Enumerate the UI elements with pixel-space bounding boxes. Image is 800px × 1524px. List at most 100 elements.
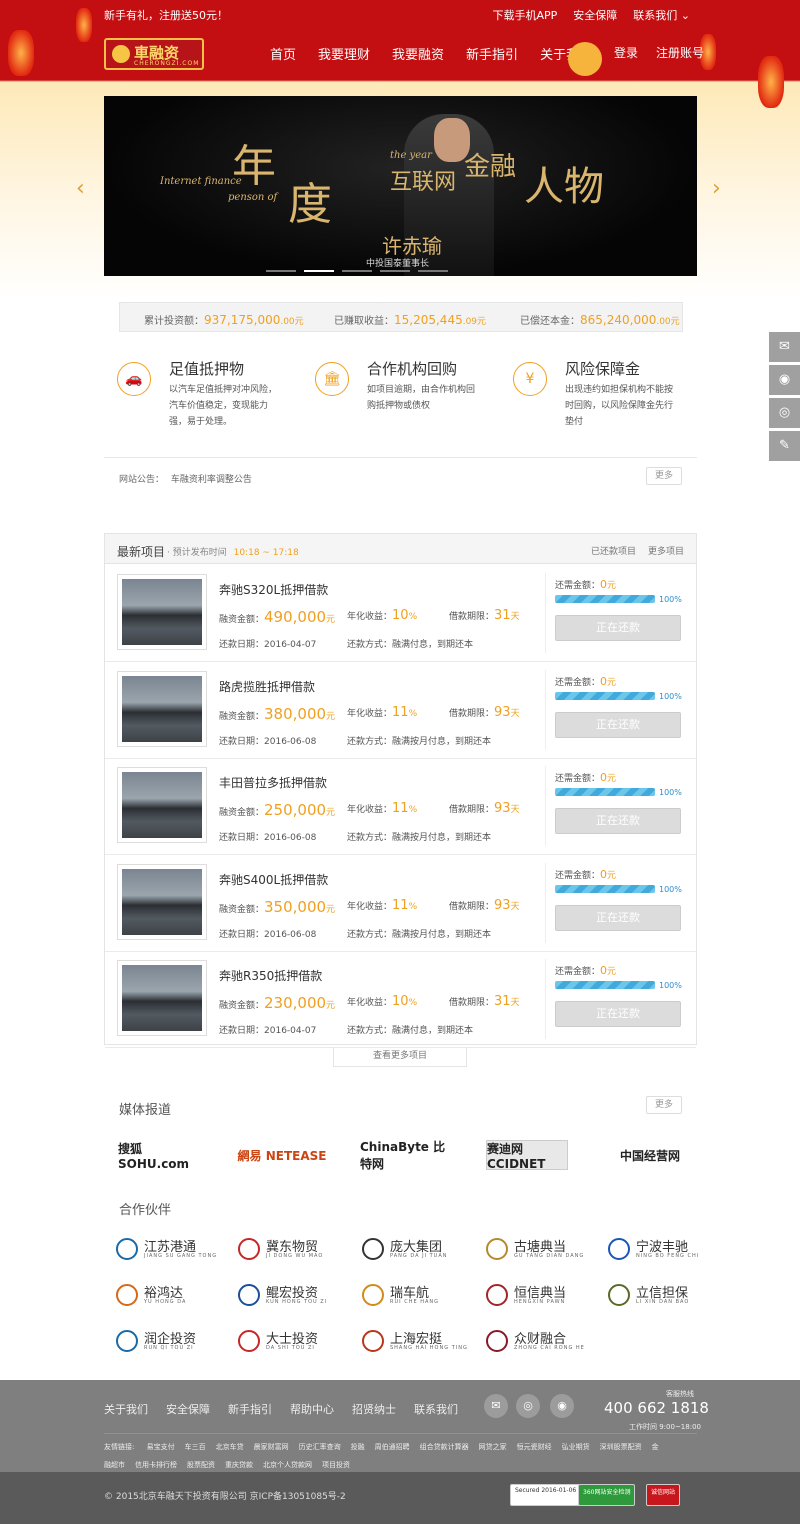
project-row[interactable]: 奔驰R350抵押借款 融资金额：230,000元 年化收益：10% 借款期限：31天还… (105, 951, 696, 1048)
edit-icon[interactable]: ✎ (769, 431, 800, 461)
nav-home[interactable]: 首页 (270, 44, 296, 63)
partner-emblem-icon (486, 1284, 508, 1306)
qq-icon[interactable]: ◉ (769, 365, 800, 395)
friend-link[interactable]: 重庆贷款 (225, 1461, 253, 1469)
car-photo[interactable] (117, 767, 207, 843)
footer-contact-link[interactable]: 联系我们 (414, 1401, 458, 1417)
friend-link[interactable]: 北京车贷 (216, 1443, 244, 1451)
media-logo-chinabyte[interactable]: ChinaByte 比特网 (360, 1140, 450, 1171)
banner-dot[interactable] (266, 270, 296, 272)
friend-link[interactable]: 信用卡排行榜 (135, 1461, 177, 1469)
banner-dot-active[interactable] (304, 270, 334, 272)
amount-unit: 元 (326, 711, 336, 722)
partner-emblem-icon (238, 1284, 260, 1306)
notice-link[interactable]: 车融资利率调整公告 (171, 475, 252, 485)
promo-slogan[interactable]: 新手有礼，注册送50元！ (104, 7, 228, 23)
weibo-icon[interactable]: ◎ (769, 398, 800, 428)
banner-next-arrow[interactable]: › (712, 176, 721, 201)
friend-link[interactable]: 组合贷款计算器 (420, 1443, 469, 1451)
wechat-icon[interactable]: ✉ (769, 332, 800, 362)
banner-prev-arrow[interactable]: ‹ (76, 176, 85, 201)
media-more-button[interactable]: 更多 (646, 1096, 682, 1114)
progress-value: 100 (659, 595, 675, 604)
contact-link[interactable]: 联系我们 ⌄ (633, 7, 690, 23)
nav-finance[interactable]: 我要融资 (392, 44, 444, 63)
hero-banner[interactable]: 年 度 Internet finance penson of the year … (104, 96, 697, 276)
method-label: 还款方式： (347, 929, 393, 940)
project-title[interactable]: 丰田普拉多抵押借款 (219, 774, 327, 791)
friend-link[interactable]: 股票配资 (187, 1461, 215, 1469)
friend-link[interactable]: 弘业期货 (562, 1443, 590, 1451)
friend-link[interactable]: 深圳股票配资 (600, 1443, 642, 1451)
repaying-status-button[interactable]: 正在还款 (555, 615, 681, 641)
progress-percent: 100% (659, 981, 682, 990)
repaying-status-button[interactable]: 正在还款 (555, 1001, 681, 1027)
footer-guide-link[interactable]: 新手指引 (228, 1401, 272, 1417)
wechat-icon[interactable]: ✉ (484, 1394, 508, 1418)
security-link[interactable]: 安全保障 (573, 7, 617, 23)
footer-jobs-link[interactable]: 招贤纳士 (352, 1401, 396, 1417)
friend-link[interactable]: 晨家财富网 (254, 1443, 289, 1451)
media-logo-netease[interactable]: 網易 NETEASE (236, 1140, 328, 1170)
remaining-field: 还需金额：0元 (555, 964, 616, 977)
friend-link[interactable]: 车三百 (185, 1443, 206, 1451)
load-more-button[interactable]: 查看更多项目 (333, 1047, 467, 1067)
nav-guide[interactable]: 新手指引 (466, 44, 518, 63)
site-logo[interactable]: 車融资 CHERONGZI.COM (104, 38, 204, 70)
nav-invest[interactable]: 我要理财 (318, 44, 370, 63)
project-row[interactable]: 路虎揽胜抵押借款 融资金额：380,000元 年化收益：11% 借款期限：93天 还款日… (105, 662, 696, 759)
mobile-app-link[interactable]: 下载手机APP (492, 7, 557, 23)
footer-about-link[interactable]: 关于我们 (104, 1401, 148, 1417)
car-photo[interactable] (117, 960, 207, 1036)
friend-link[interactable]: 网贷之家 (479, 1443, 507, 1451)
car-photo[interactable] (117, 574, 207, 650)
feature-desc: 以汽车足值抵押对冲风险，汽车价值稳定，变现能力强，易于处理。 (169, 385, 278, 427)
register-link[interactable]: 注册账号 (656, 44, 704, 61)
repaying-status-button[interactable]: 正在还款 (555, 808, 681, 834)
trust-site-badge[interactable]: 诚信网站 (646, 1484, 681, 1506)
friend-link[interactable]: 周伯通招聘 (375, 1443, 410, 1451)
divider (545, 862, 546, 943)
friend-link[interactable]: 易宝支付 (147, 1443, 175, 1451)
media-logo-sohu[interactable]: 搜狐 SOHU.com (118, 1140, 208, 1171)
partner-emblem-icon (608, 1238, 630, 1260)
banner-dot[interactable] (418, 270, 448, 272)
amount-value: 490,000 (264, 608, 327, 626)
more-projects-link[interactable]: 更多项目 (648, 544, 684, 557)
top-links: 下载手机APP 安全保障 联系我们 ⌄ (492, 7, 690, 23)
footer-help-link[interactable]: 帮助中心 (290, 1401, 334, 1417)
footer-security-link[interactable]: 安全保障 (166, 1401, 210, 1417)
project-title[interactable]: 奔驰S400L抵押借款 (219, 871, 328, 888)
friend-link[interactable]: 恒元瓷财经 (517, 1443, 552, 1451)
qq-icon[interactable]: ◉ (550, 1394, 574, 1418)
secured-badge[interactable]: Secured 2016-01-06 (510, 1484, 582, 1506)
repaying-status-button[interactable]: 正在还款 (555, 711, 681, 738)
media-logo-cb[interactable]: 中国经营网 (610, 1140, 690, 1170)
project-title[interactable]: 奔驰R350抵押借款 (219, 967, 322, 984)
media-logo-ccidnet[interactable]: 赛迪网 CCIDNET (486, 1140, 568, 1171)
login-link[interactable]: 登录 (614, 44, 638, 61)
rate-label: 年化收益： (347, 805, 393, 815)
project-row[interactable]: 奔驰S320L抵押借款 融资金额：490,000元 年化收益：10% 借款期限：31天… (105, 565, 696, 662)
car-photo[interactable] (117, 670, 207, 747)
project-row[interactable]: 丰田普拉多抵押借款 融资金额：250,000元 年化收益：11% 借款期限：93天 还款… (105, 758, 696, 855)
friend-link[interactable]: 历史汇率查询 (299, 1443, 341, 1451)
weibo-icon[interactable]: ◎ (516, 1394, 540, 1418)
project-title[interactable]: 奔驰S320L抵押借款 (219, 581, 328, 598)
banner-dot[interactable] (342, 270, 372, 272)
notice-more-button[interactable]: 更多 (646, 467, 682, 485)
project-row[interactable]: 奔驰S400L抵押借款 融资金额：350,000元 年化收益：11% 借款期限：93天… (105, 855, 696, 952)
amount-value: 250,000 (264, 801, 327, 819)
project-title[interactable]: 路虎揽胜抵押借款 (219, 678, 315, 695)
banner-dot[interactable] (380, 270, 410, 272)
divider (104, 457, 697, 458)
360-security-badge[interactable]: 360网站安全检测 (578, 1484, 636, 1506)
hotline-number: 400 662 1818 (604, 1399, 709, 1417)
friend-link[interactable]: 北京个人贷款网 (263, 1461, 312, 1469)
friend-link[interactable]: 投融 (351, 1443, 365, 1451)
car-photo[interactable] (117, 863, 207, 940)
friend-link[interactable]: 项目投资 (322, 1461, 350, 1469)
rate-value: 11 (392, 704, 409, 720)
repaid-projects-link[interactable]: 已还款项目 (591, 544, 636, 557)
repaying-status-button[interactable]: 正在还款 (555, 904, 681, 931)
